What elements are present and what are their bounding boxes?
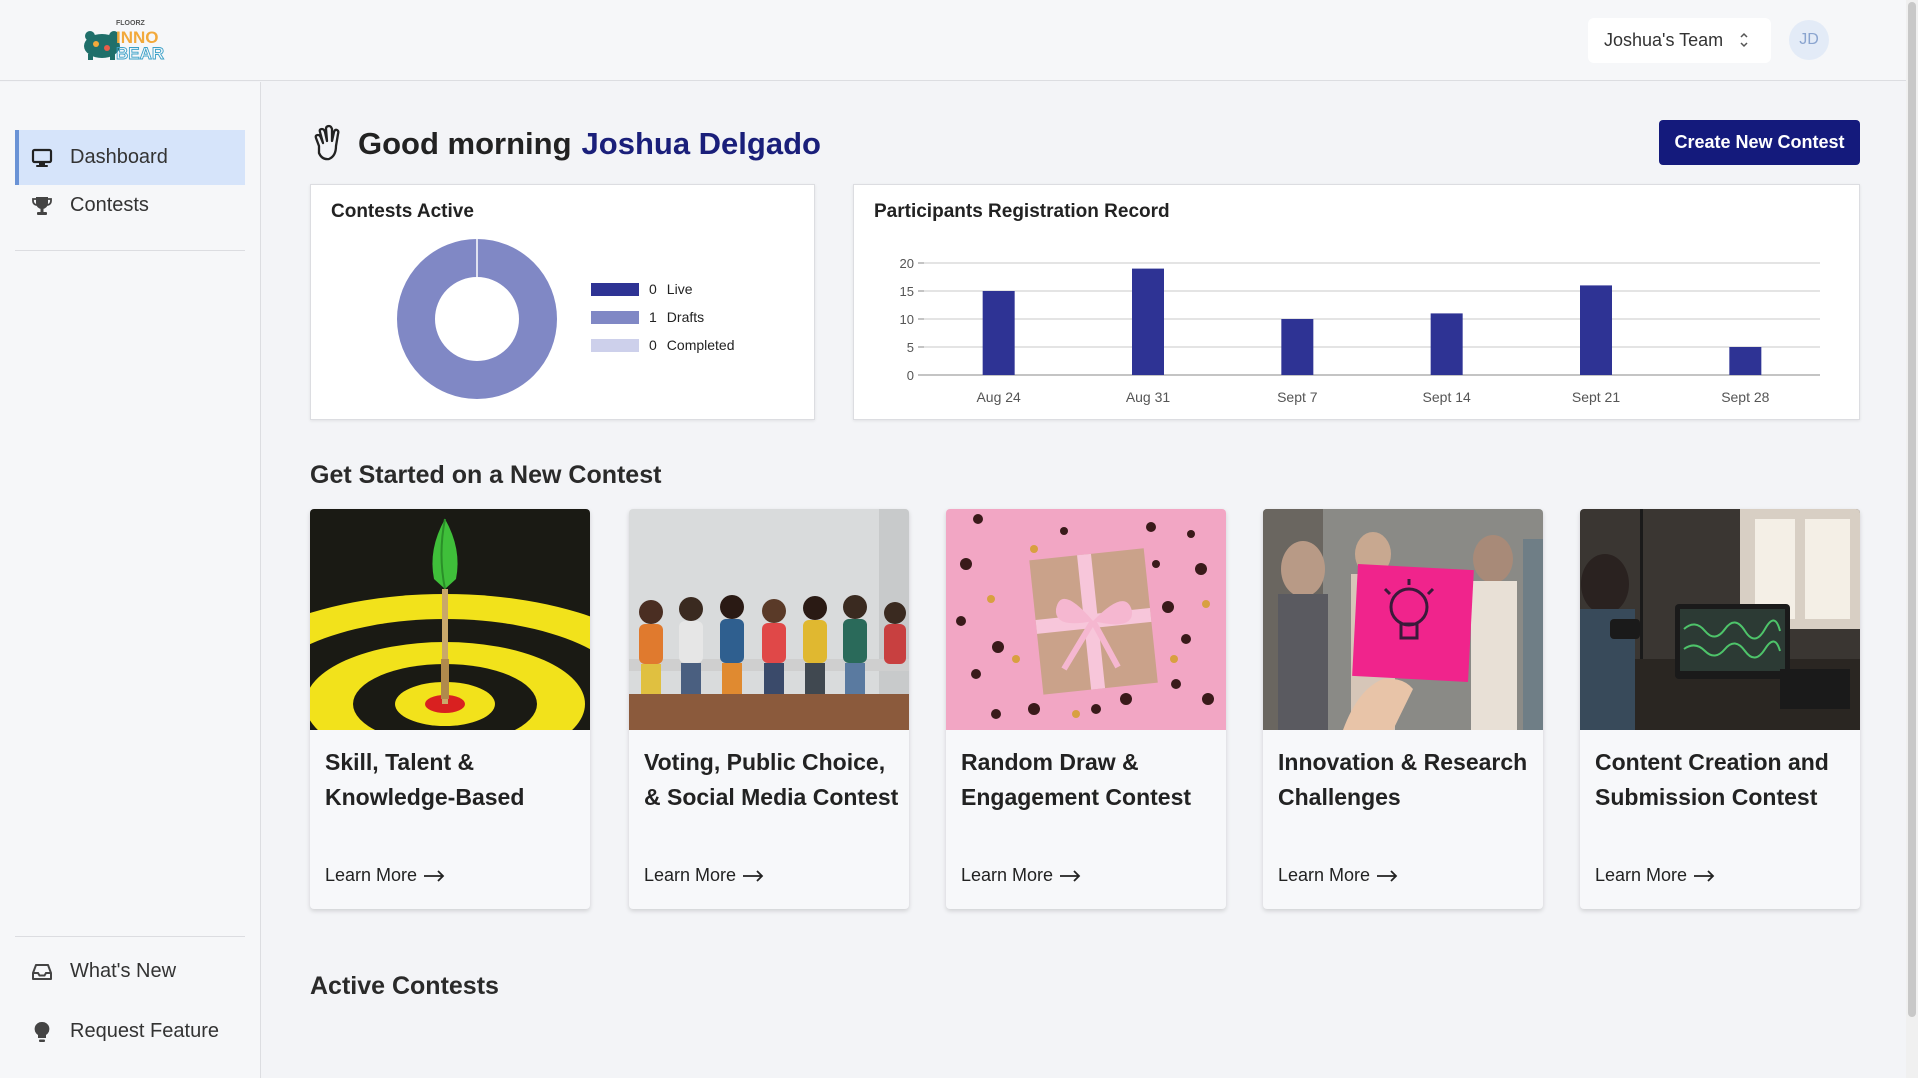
card-title: Skill, Talent & Knowledge-Based	[325, 749, 525, 810]
contest-type-card-innovation[interactable]: Innovation & Research Challenges Learn M…	[1263, 509, 1543, 909]
contest-type-card-voting[interactable]: Voting, Public Choice, & Social Media Co…	[629, 509, 909, 909]
dartboard-image	[310, 509, 590, 730]
legend-label: Completed	[666, 337, 735, 353]
bar-sept-7	[1281, 319, 1314, 375]
legend-count: 0	[649, 281, 657, 297]
contests-donut-chart	[397, 239, 557, 399]
arrow-right-icon	[1377, 869, 1398, 882]
legend-item-drafts: 1 Drafts	[591, 303, 735, 331]
trophy-icon	[32, 196, 52, 215]
card-title: Voting, Public Choice, & Social Media Co…	[644, 749, 899, 810]
learn-more-link[interactable]: Learn More	[325, 865, 445, 886]
svg-text:BEAR: BEAR	[116, 44, 164, 62]
sidebar-divider	[15, 250, 245, 251]
sidebar-item-request-feature[interactable]: Request Feature	[15, 1004, 245, 1059]
lightbulb-icon	[34, 1021, 50, 1042]
contests-active-panel: Contests Active 0 Live 1 Drafts 0 Comple…	[310, 184, 815, 420]
y-tick-label: 0	[907, 368, 914, 383]
chevron-up-down-icon	[1740, 32, 1748, 48]
contest-type-card-random-draw[interactable]: Random Draw & Engagement Contest Learn M…	[946, 509, 1226, 909]
waving-hand-icon	[314, 124, 340, 161]
create-new-contest-button[interactable]: Create New Contest	[1659, 120, 1860, 165]
y-tick-label: 10	[900, 312, 914, 327]
bar-aug-31	[1132, 268, 1164, 375]
card-title: Content Creation and Submission Contest	[1595, 749, 1829, 810]
inbox-icon	[32, 963, 52, 980]
app-logo[interactable]: FLOORZ INNO BEAR	[80, 18, 180, 63]
x-tick-label: Aug 31	[1126, 389, 1171, 405]
greeting-text: Good morning	[358, 126, 572, 161]
y-tick-label: 15	[900, 284, 914, 299]
legend-label: Live	[666, 281, 693, 297]
team-selector-label: Joshua's Team	[1604, 30, 1724, 50]
card-title: Innovation & Research Challenges	[1278, 749, 1528, 810]
sticky-note-image	[1263, 509, 1543, 730]
team-selector[interactable]: Joshua's Team	[1588, 18, 1771, 63]
learn-more-label: Learn More	[1278, 865, 1371, 885]
sidebar: Dashboard Contests What's New Request Fe…	[0, 82, 261, 1078]
arrow-right-icon	[1060, 869, 1081, 882]
x-tick-label: Sept 14	[1423, 389, 1471, 405]
active-contests-heading: Active Contests	[310, 972, 499, 1000]
bar-sept-21	[1580, 285, 1612, 375]
x-tick-label: Sept 21	[1572, 389, 1620, 405]
x-tick-label: Aug 24	[976, 389, 1021, 405]
studio-image	[1580, 509, 1860, 730]
arrow-right-icon	[424, 869, 445, 882]
learn-more-label: Learn More	[325, 865, 418, 885]
contest-type-card-skill[interactable]: Skill, Talent & Knowledge-Based Learn Mo…	[310, 509, 590, 909]
registration-record-panel: Participants Registration Record 0 5 10 15 2…	[853, 184, 1860, 420]
legend-count: 0	[649, 337, 657, 353]
learn-more-link[interactable]: Learn More	[644, 865, 764, 886]
learn-more-label: Learn More	[961, 865, 1054, 885]
arrow-right-icon	[743, 869, 764, 882]
legend-label: Drafts	[666, 309, 705, 325]
sidebar-item-contests[interactable]: Contests	[15, 178, 245, 233]
sidebar-divider	[15, 936, 245, 937]
user-name: Joshua Delgado	[581, 126, 821, 161]
people-bench-image	[629, 509, 909, 730]
scrollbar-thumb[interactable]	[1908, 2, 1916, 1017]
donut-legend: 0 Live 1 Drafts 0 Completed	[591, 275, 735, 359]
contest-type-card-content-creation[interactable]: Content Creation and Submission Contest …	[1580, 509, 1860, 909]
y-tick-label: 5	[907, 340, 914, 355]
legend-count: 1	[649, 309, 657, 325]
legend-swatch	[591, 310, 639, 324]
x-tick-label: Sept 7	[1277, 389, 1318, 405]
sidebar-item-label: What's New	[70, 960, 177, 982]
sidebar-item-label: Request Feature	[70, 1020, 219, 1042]
learn-more-label: Learn More	[644, 865, 737, 885]
sidebar-item-dashboard[interactable]: Dashboard	[15, 130, 245, 185]
gift-box-image	[946, 509, 1226, 730]
bar-sept-14	[1430, 313, 1463, 375]
sidebar-item-whats-new[interactable]: What's New	[15, 944, 245, 999]
sidebar-item-label: Contests	[70, 194, 149, 216]
top-header: FLOORZ INNO BEAR Joshua's Team JD	[0, 0, 1906, 81]
card-title: Random Draw & Engagement Contest	[961, 749, 1192, 810]
learn-more-link[interactable]: Learn More	[1595, 865, 1715, 886]
learn-more-label: Learn More	[1595, 865, 1688, 885]
user-avatar[interactable]: JD	[1789, 20, 1829, 60]
page-scrollbar[interactable]	[1906, 0, 1918, 1078]
registration-bar-chart: 0 5 10 15 20 Aug 24 Aug 31 Sept 7 Sept 14 Sept 21…	[900, 256, 1820, 405]
get-started-heading: Get Started on a New Contest	[310, 461, 662, 489]
learn-more-link[interactable]: Learn More	[961, 865, 1081, 886]
x-tick-label: Sept 28	[1721, 389, 1769, 405]
sidebar-item-label: Dashboard	[70, 146, 168, 168]
svg-text:FLOORZ: FLOORZ	[116, 20, 145, 27]
legend-swatch	[591, 338, 639, 352]
monitor-icon	[31, 148, 53, 167]
legend-swatch	[591, 282, 639, 296]
bar-sept-28	[1729, 347, 1762, 375]
legend-item-completed: 0 Completed	[591, 331, 735, 359]
bar-aug-24	[982, 291, 1015, 375]
arrow-right-icon	[1694, 869, 1715, 882]
greeting-heading: Good morning Joshua Delgado	[310, 120, 821, 168]
learn-more-link[interactable]: Learn More	[1278, 865, 1398, 886]
legend-item-live: 0 Live	[591, 275, 735, 303]
y-tick-label: 20	[900, 256, 914, 271]
